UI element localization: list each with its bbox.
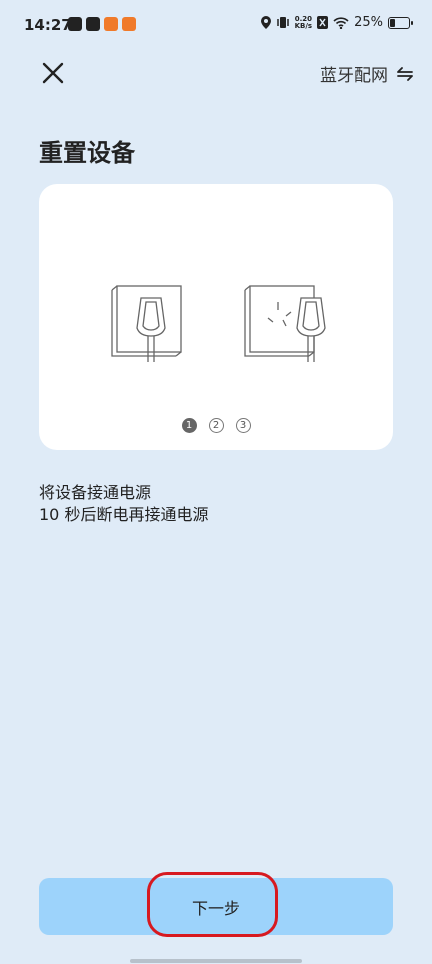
weibo-icon bbox=[104, 17, 118, 31]
close-button[interactable] bbox=[38, 58, 68, 88]
instructions: 将设备接通电源 10 秒后断电再接通电源 bbox=[39, 482, 208, 526]
location-icon bbox=[260, 16, 271, 29]
app-icon bbox=[86, 17, 100, 31]
notification-icons bbox=[68, 17, 136, 31]
battery-icon bbox=[388, 16, 413, 29]
bluetooth-config-link[interactable]: 蓝牙配网 bbox=[320, 61, 414, 86]
status-right: 0.20 KB/s 25% bbox=[260, 15, 413, 30]
vibrate-icon bbox=[276, 17, 289, 28]
instruction-line-1: 将设备接通电源 bbox=[39, 483, 152, 502]
status-bar: 14:27 0.20 KB/s 25% bbox=[0, 0, 432, 50]
close-icon bbox=[42, 62, 64, 84]
status-time: 14:27 bbox=[24, 16, 72, 34]
home-indicator[interactable] bbox=[130, 959, 302, 963]
instruction-line-2: 10 秒后断电再接通电源 bbox=[39, 505, 209, 524]
page-title: 重置设备 bbox=[39, 139, 135, 167]
illustration-card: 1 2 3 bbox=[39, 184, 393, 450]
sim-icon bbox=[317, 16, 329, 29]
wifi-icon bbox=[333, 16, 349, 29]
pager-dot-3[interactable]: 3 bbox=[235, 418, 251, 433]
swap-arrows-icon bbox=[397, 66, 413, 81]
network-speed: 0.20 KB/s bbox=[294, 15, 313, 30]
bluetooth-config-label: 蓝牙配网 bbox=[320, 66, 388, 86]
pager-dot-2[interactable]: 2 bbox=[208, 418, 224, 433]
pager-dot-1[interactable]: 1 bbox=[181, 418, 197, 433]
carousel-pager: 1 2 3 bbox=[39, 418, 393, 433]
plug-in-illustration bbox=[111, 285, 326, 362]
next-step-button[interactable]: 下一步 bbox=[39, 878, 393, 935]
battery-percent: 25% bbox=[354, 15, 383, 30]
net-speed-unit: KB/s bbox=[294, 21, 313, 30]
app-notification-icon bbox=[122, 17, 136, 31]
tiktok-icon bbox=[68, 17, 82, 31]
